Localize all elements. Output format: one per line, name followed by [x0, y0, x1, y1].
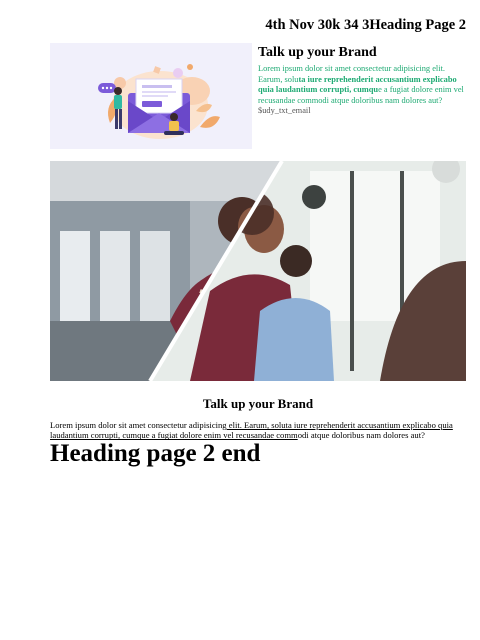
feature-text-block: Talk up your Brand Lorem ipsum dolor sit… — [258, 45, 468, 117]
feature-title: Talk up your Brand — [258, 45, 377, 60]
feature-text-tail: $udy_txt_email — [258, 106, 311, 116]
page-title: 4th Nov 30k 34 3Heading Page 2 — [265, 17, 466, 33]
article-title: Talk up your Brand — [202, 396, 314, 411]
footer-heading: Heading page 2 end — [50, 440, 261, 467]
email-marketing-illustration — [50, 43, 252, 149]
article-paragraph: Lorem ipsum dolor sit amet consectetur a… — [50, 420, 466, 441]
article-text-plain: Lorem ipsum dolor sit amet consectetur a… — [50, 420, 227, 430]
article-text-end: odi atque doloribus nam dolores aut? — [297, 430, 425, 441]
office-photo — [50, 161, 466, 381]
feature-paragraph: Lorem ipsum dolor sit amet consectetur a… — [258, 64, 468, 117]
